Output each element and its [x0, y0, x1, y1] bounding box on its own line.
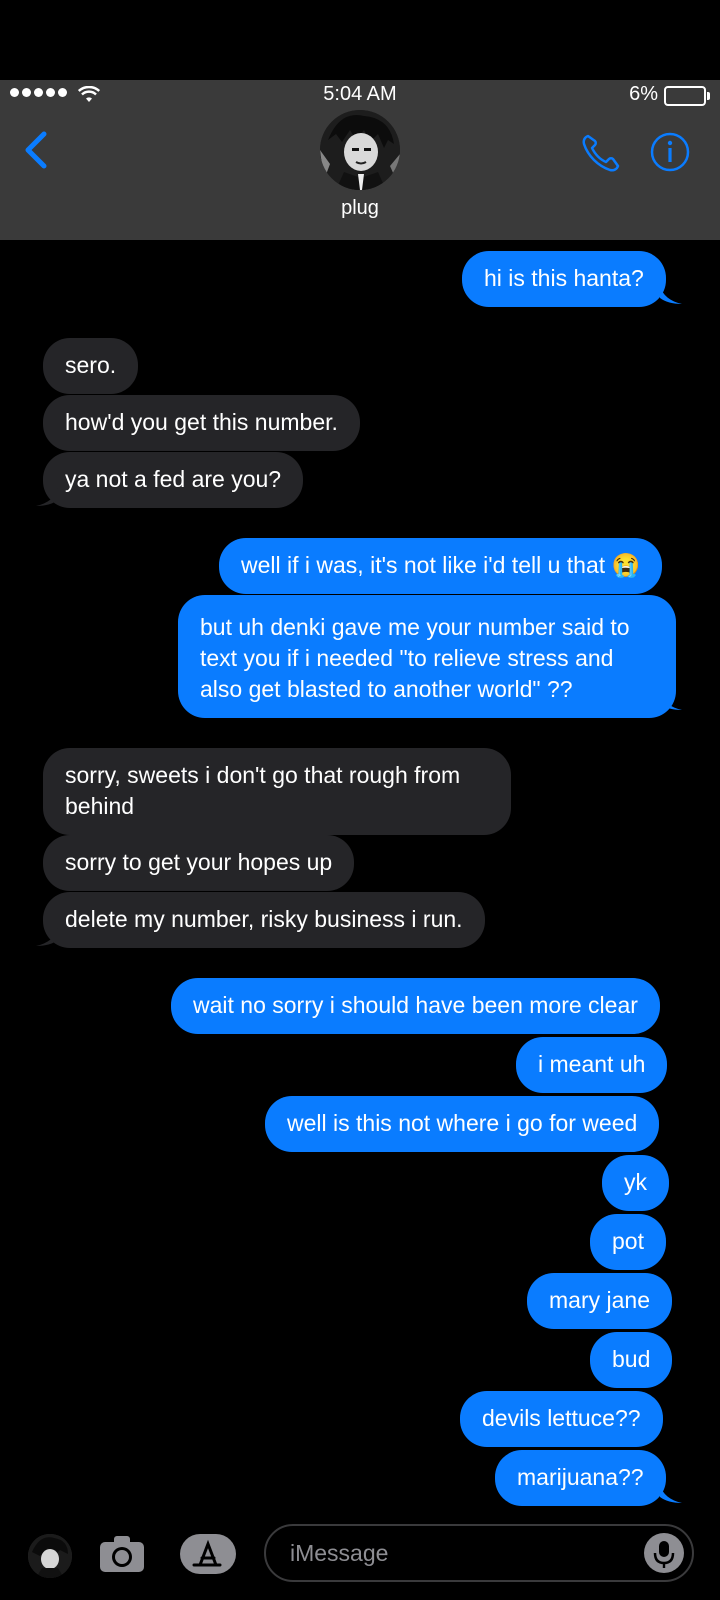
- message-sent[interactable]: pot: [590, 1214, 666, 1270]
- app-store-icon[interactable]: [180, 1534, 236, 1574]
- message-sent[interactable]: well is this not where i go for weed: [265, 1096, 660, 1152]
- camera-icon[interactable]: [98, 1534, 146, 1574]
- input-placeholder: iMessage: [290, 1540, 389, 1566]
- battery-icon: [664, 86, 710, 106]
- imessage-input[interactable]: iMessage: [264, 1524, 694, 1582]
- timestamp-partial: [0, 240, 720, 244]
- microphone-icon[interactable]: [644, 1533, 684, 1573]
- message-sent[interactable]: but uh denki gave me your number said to…: [178, 595, 676, 718]
- message-sent[interactable]: hi is this hanta?: [462, 251, 666, 307]
- message-composer: iMessage: [0, 1514, 720, 1600]
- avatar-icon: [320, 110, 400, 190]
- back-chevron-icon[interactable]: [22, 130, 50, 170]
- info-icon[interactable]: [650, 132, 690, 172]
- message-sent[interactable]: i meant uh: [516, 1037, 668, 1093]
- conversation-header: 5:04 AM 6% plug: [0, 80, 720, 240]
- message-sent[interactable]: yk: [602, 1155, 669, 1211]
- message-sent[interactable]: wait no sorry i should have been more cl…: [171, 978, 660, 1034]
- bubble-tail-received: [36, 928, 58, 946]
- message-received[interactable]: sorry, sweets i don't go that rough from…: [43, 748, 511, 835]
- status-time: 5:04 AM: [323, 83, 397, 105]
- message-received[interactable]: how'd you get this number.: [43, 395, 360, 451]
- message-sent[interactable]: well if i was, it's not like i'd tell u …: [219, 538, 663, 594]
- bubble-tail-sent: [660, 692, 682, 710]
- message-sent[interactable]: bud: [590, 1332, 673, 1388]
- message-received[interactable]: delete my number, risky business i run.: [43, 892, 485, 948]
- message-sent[interactable]: mary jane: [527, 1273, 672, 1329]
- message-sent[interactable]: marijuana??: [495, 1450, 666, 1506]
- phone-call-icon[interactable]: [580, 132, 622, 174]
- message-received[interactable]: sero.: [43, 338, 139, 394]
- bubble-tail-received: [36, 488, 58, 506]
- message-received[interactable]: ya not a fed are you?: [43, 452, 304, 508]
- contact-name[interactable]: plug: [0, 197, 720, 220]
- message-received[interactable]: sorry to get your hopes up: [43, 835, 355, 891]
- message-sent[interactable]: devils lettuce??: [460, 1391, 663, 1447]
- battery-percentage: 6%: [629, 83, 658, 105]
- bubble-tail-sent: [660, 1485, 682, 1503]
- status-bar: 5:04 AM 6%: [0, 80, 720, 110]
- bubble-tail-sent: [660, 286, 682, 304]
- memoji-avatar-icon[interactable]: [28, 1534, 72, 1578]
- contact-avatar[interactable]: [320, 110, 400, 190]
